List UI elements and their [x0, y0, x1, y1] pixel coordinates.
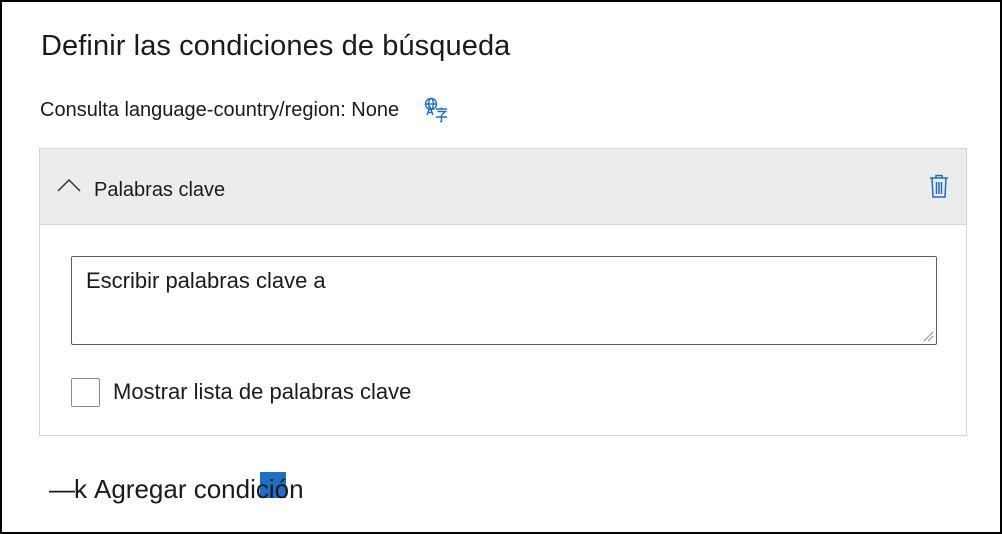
keywords-field-value: Escribir palabras clave a — [86, 268, 326, 293]
card-title: Palabras clave — [94, 179, 226, 201]
show-keyword-list-checkbox[interactable] — [71, 377, 100, 407]
trash-icon[interactable] — [928, 173, 950, 199]
show-keyword-list-option[interactable]: Mostrar lista de palabras clave — [71, 377, 411, 407]
card-header[interactable]: Palabras clave — [40, 149, 966, 225]
add-condition-label: Agregar condición — [94, 473, 304, 504]
translate-icon[interactable] — [423, 97, 449, 123]
show-keyword-list-label: Mostrar lista de palabras clave — [113, 379, 412, 404]
language-label: Consulta language-country/region: None — [40, 98, 400, 121]
page-title: Definir las condiciones de búsqueda — [41, 30, 511, 62]
resize-grip-icon[interactable] — [922, 330, 934, 342]
language-row: Consulta language-country/region: None — [40, 97, 449, 123]
add-condition-prefix: —k — [49, 473, 87, 504]
search-conditions-panel: Definir las condiciones de búsqueda Cons… — [0, 0, 1002, 534]
chevron-up-icon[interactable] — [56, 177, 82, 193]
add-condition-button[interactable]: —k Agregar condición — [49, 472, 304, 506]
keywords-field[interactable]: Escribir palabras clave a — [71, 256, 937, 345]
keywords-condition-card: Palabras clave Escribir palabras clave a… — [39, 148, 967, 436]
